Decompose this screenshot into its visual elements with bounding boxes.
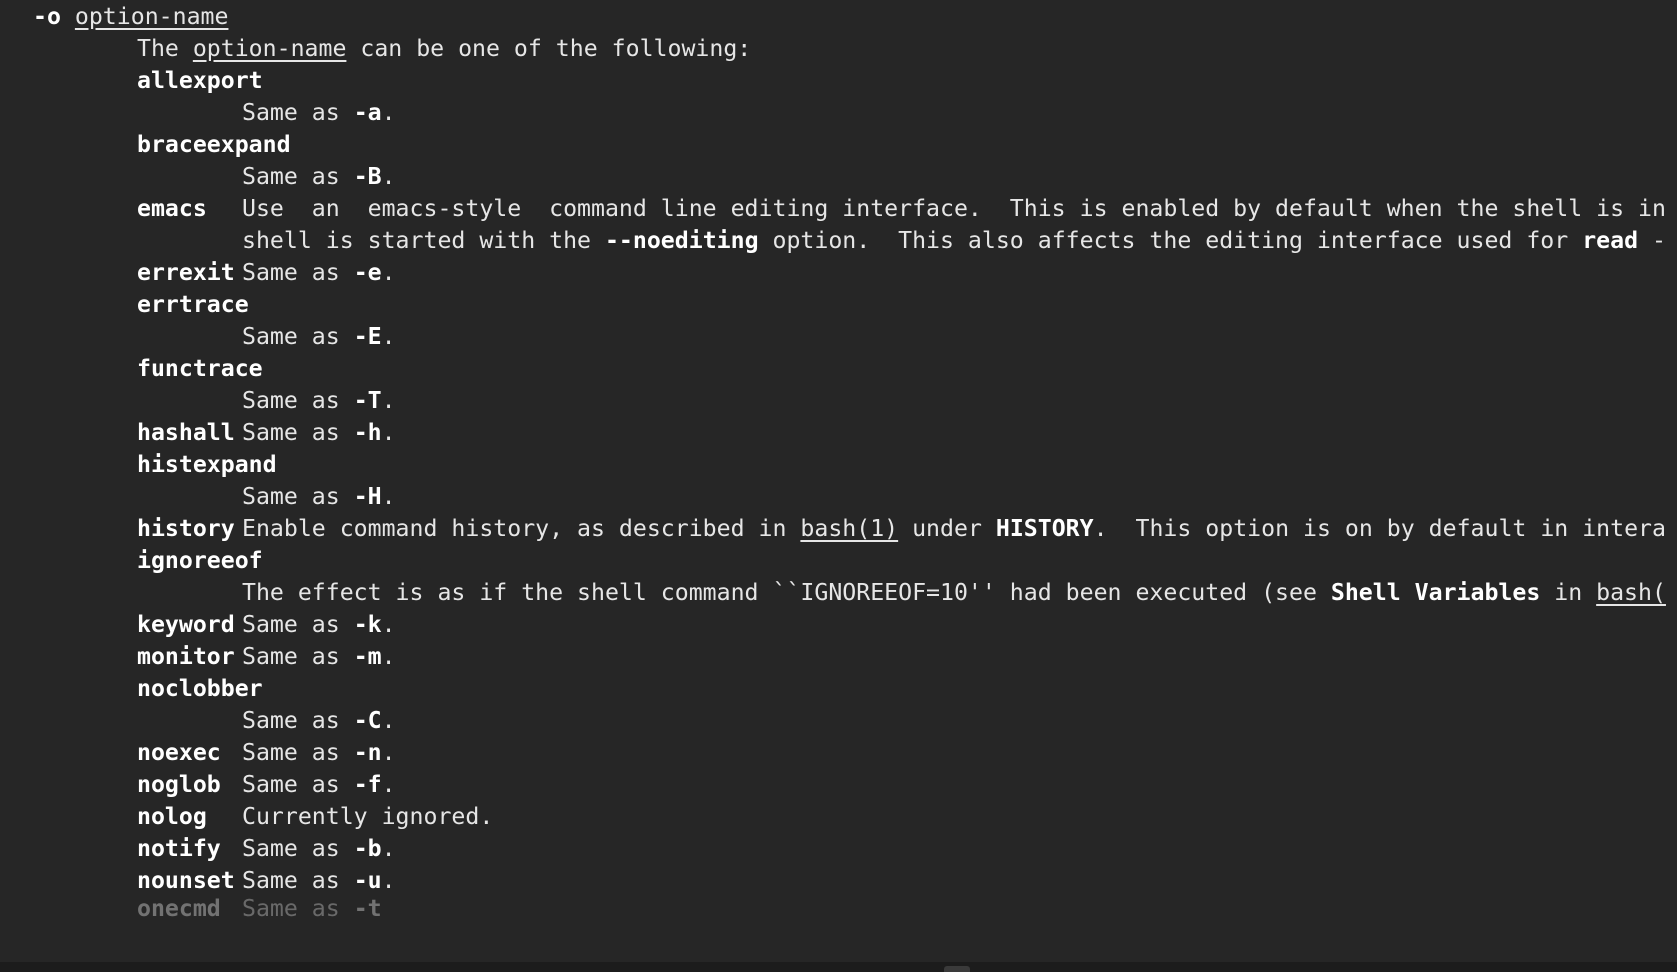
option-noglob: noglob bbox=[137, 771, 221, 798]
desc-emacs-line2: shell is started with the --noediting op… bbox=[242, 227, 1666, 254]
desc-hashall: Same as -h. bbox=[242, 419, 396, 446]
option-histexpand: histexpand bbox=[137, 451, 277, 478]
scroll-handle[interactable] bbox=[944, 966, 970, 972]
terminal-bottom-edge bbox=[0, 962, 1677, 972]
desc-onecmd: Same as -t bbox=[242, 895, 382, 922]
intro-text-end: can be one of the following: bbox=[346, 35, 752, 62]
option-nolog: nolog bbox=[137, 803, 207, 830]
option-keyword: keyword bbox=[137, 611, 235, 638]
option-ignoreeof: ignoreeof bbox=[137, 547, 263, 574]
option-allexport: allexport bbox=[137, 67, 263, 94]
option-errtrace: errtrace bbox=[137, 291, 249, 318]
desc-braceexpand: Same as -B. bbox=[242, 163, 396, 190]
man-page-terminal[interactable]: -o option-name The option-name can be on… bbox=[0, 0, 1677, 972]
desc-notify: Same as -b. bbox=[242, 835, 396, 862]
header-line: -o option-name bbox=[33, 0, 228, 34]
desc-monitor: Same as -m. bbox=[242, 643, 396, 670]
desc-noclobber: Same as -C. bbox=[242, 707, 396, 734]
option-noclobber: noclobber bbox=[137, 675, 263, 702]
option-hashall: hashall bbox=[137, 419, 235, 446]
desc-functrace: Same as -T. bbox=[242, 387, 396, 414]
option-braceexpand: braceexpand bbox=[137, 131, 291, 158]
desc-emacs-line1: Use an emacs-style command line editing … bbox=[242, 195, 1666, 222]
bash-ref-link[interactable]: bash(1) bbox=[800, 515, 898, 542]
desc-noglob: Same as -f. bbox=[242, 771, 396, 798]
desc-noexec: Same as -n. bbox=[242, 739, 396, 766]
desc-errexit: Same as -e. bbox=[242, 259, 396, 286]
option-errexit: errexit bbox=[137, 259, 235, 286]
desc-errtrace: Same as -E. bbox=[242, 323, 396, 350]
desc-histexpand: Same as -H. bbox=[242, 483, 396, 510]
intro-line: The option-name can be one of the follow… bbox=[137, 32, 751, 66]
option-noexec: noexec bbox=[137, 739, 221, 766]
desc-history: Enable command history, as described in … bbox=[242, 515, 1666, 542]
option-history: history bbox=[137, 515, 235, 542]
option-onecmd: onecmd bbox=[137, 895, 221, 922]
intro-arg: option-name bbox=[192, 35, 347, 62]
option-flag: -o bbox=[33, 3, 61, 30]
desc-allexport: Same as -a. bbox=[242, 99, 396, 126]
option-notify: notify bbox=[137, 835, 221, 862]
intro-text: The bbox=[137, 35, 193, 62]
option-emacs: emacs bbox=[137, 195, 207, 222]
bash-ref-link-2[interactable]: bash( bbox=[1596, 579, 1666, 606]
option-monitor: monitor bbox=[137, 643, 235, 670]
desc-ignoreeof: The effect is as if the shell command ``… bbox=[242, 579, 1666, 606]
option-arg: option-name bbox=[74, 3, 229, 30]
desc-keyword: Same as -k. bbox=[242, 611, 396, 638]
option-functrace: functrace bbox=[137, 355, 263, 382]
desc-nolog: Currently ignored. bbox=[242, 803, 494, 830]
